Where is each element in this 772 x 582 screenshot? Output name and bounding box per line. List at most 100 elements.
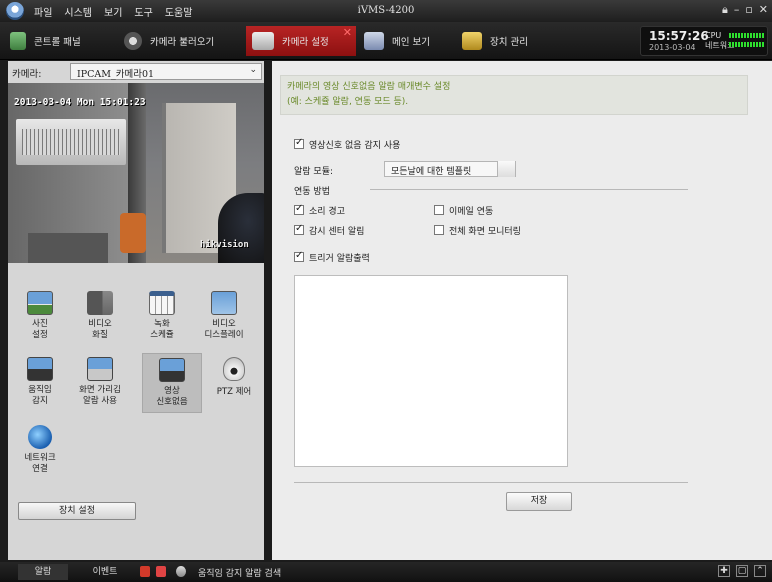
status-message: 움직임 감지 알람 검색 [198, 569, 282, 579]
clock-time: 15:57:26 [649, 29, 709, 43]
tab-camera-settings[interactable]: 카메라 설정 ✕ [246, 26, 356, 56]
clock-panel: 15:57:26 2013-03-04 CPU 네트워크 [640, 26, 768, 56]
camera-dropdown[interactable]: IPCAM_카메라01 ⌄ [70, 63, 262, 80]
main-toolbar: 콘트롤 패널 카메라 불러오기 카메라 설정 ✕ 메인 보기 장치 관리 15:… [0, 22, 772, 60]
motion-detection-button[interactable]: 움직임 감지 [10, 353, 70, 413]
status-bar: 알람 이벤트 움직임 감지 알람 검색 ✚ ▢ ⌃ [0, 562, 772, 582]
checkbox-unchecked-icon[interactable] [434, 225, 444, 235]
minimize-icon[interactable]: – [734, 3, 740, 17]
tab-label: 카메라 설정 [282, 37, 329, 48]
close-icon[interactable]: ✕ [759, 3, 768, 17]
expand-icon[interactable]: ⌃ [754, 565, 766, 577]
camera-dropdown-value: IPCAM_카메라01 [77, 69, 155, 80]
alarm-output-list[interactable] [294, 275, 568, 467]
camera-icon [124, 32, 142, 50]
audible-warning-checkbox[interactable]: 소리 경고 [294, 203, 345, 217]
tab-label: 카메라 불러오기 [150, 37, 215, 48]
close-tab-icon[interactable]: ✕ [343, 26, 352, 39]
checkbox-checked-icon[interactable] [294, 137, 304, 149]
device-settings-button[interactable]: 장치 설정 [18, 502, 136, 520]
function-label: 비디오 디스플레이 [204, 319, 244, 340]
alarm-icon[interactable] [140, 566, 150, 577]
tab-alarm[interactable]: 알람 [18, 564, 68, 580]
main-view-icon [364, 32, 384, 50]
video-scene-air-conditioner [16, 119, 126, 165]
usage-meters [729, 33, 765, 51]
checkbox-checked-icon[interactable] [294, 223, 304, 235]
alarm-template-value: 모든날에 대한 템플릿 [391, 167, 472, 177]
clock-date: 2013-03-04 [649, 43, 696, 52]
function-label: 움직임 감지 [28, 385, 52, 406]
info-notice: 카메라의 영상 신호없음 알람 매개변수 설정 (예: 스케쥴 알람, 연동 모… [280, 75, 748, 115]
camera-alarm-icon[interactable] [176, 566, 186, 577]
live-video-preview: 2013-03-04 Mon 15:01:23 hikvision [8, 83, 264, 263]
tab-event[interactable]: 이벤트 [78, 564, 132, 580]
trigger-alarm-output-checkbox[interactable]: 트리거 알람출력 [294, 250, 370, 264]
record-schedule-button[interactable]: 녹화 스케쥴 [132, 287, 192, 347]
video-loss-icon [159, 358, 185, 382]
pin-icon[interactable]: ✚ [718, 565, 730, 577]
title-bar: 파일 시스템 보기 도구 도움말 iVMS-4200 🔒︎ – ▫ ✕ [0, 0, 772, 22]
cpu-meter [729, 33, 765, 38]
tab-main-view[interactable]: 메인 보기 [358, 26, 458, 56]
option-label: 감시 센터 알림 [309, 227, 365, 237]
left-panel: 카메라: IPCAM_카메라01 ⌄ 2013-03-04 Mon 15:01:… [8, 61, 264, 560]
app-title: iVMS-4200 [357, 5, 415, 16]
video-quality-icon [87, 291, 113, 315]
lock-icon[interactable]: 🔒︎ [722, 3, 728, 17]
status-bar-controls: ✚ ▢ ⌃ [718, 565, 766, 577]
function-label: 화면 가리김 알람 사용 [79, 385, 121, 406]
calendar-icon [149, 291, 175, 315]
cpu-label: CPU [705, 31, 722, 40]
divider [294, 482, 688, 483]
ptz-control-button[interactable]: PTZ 제어 [204, 353, 264, 413]
option-label: 소리 경고 [309, 207, 345, 217]
restore-icon[interactable]: ▫ [745, 3, 752, 17]
enable-video-loss-checkbox[interactable]: 영상신호 없음 감지 사용 [294, 137, 401, 151]
checkbox-unchecked-icon[interactable] [434, 205, 444, 215]
right-panel: 카메라의 영상 신호없음 알람 매개변수 설정 (예: 스케쥴 알람, 연동 모… [272, 61, 772, 560]
function-label: PTZ 제어 [216, 387, 252, 397]
enable-label: 영상신호 없음 감지 사용 [309, 141, 401, 151]
video-quality-button[interactable]: 비디오 화질 [70, 287, 130, 347]
camera-selector-row: 카메라: IPCAM_카메라01 ⌄ [8, 61, 264, 83]
trigger-label: 트리거 알람출력 [309, 254, 370, 264]
email-linkage-checkbox[interactable]: 이메일 연동 [434, 204, 493, 217]
linkage-heading: 연동 방법 [294, 187, 330, 197]
dropdown-button-icon[interactable] [497, 161, 515, 177]
image-settings-button[interactable]: 사진 설정 [10, 287, 70, 347]
video-loss-button[interactable]: 영상 신호없음 [142, 353, 202, 413]
function-label: 사진 설정 [32, 319, 48, 340]
option-label: 이메일 연동 [449, 207, 494, 217]
alarm-template-dropdown[interactable]: 모든날에 대한 템플릿 [384, 161, 516, 177]
notify-center-checkbox[interactable]: 감시 센터 알림 [294, 223, 365, 237]
video-display-button[interactable]: 비디오 디스플레이 [194, 287, 254, 347]
network-connection-button[interactable]: 네트워크 연결 [10, 421, 70, 481]
image-settings-icon [27, 291, 53, 315]
checkbox-checked-icon[interactable] [294, 250, 304, 262]
option-label: 전체 화면 모니터링 [449, 227, 521, 237]
tamper-alarm-button[interactable]: 화면 가리김 알람 사용 [70, 353, 130, 413]
camera-settings-icon [252, 32, 274, 50]
fullscreen-monitoring-checkbox[interactable]: 전체 화면 모니터링 [434, 224, 521, 237]
notice-line: 카메라의 영상 신호없음 알람 매개변수 설정 [287, 82, 451, 92]
window-controls: 🔒︎ – ▫ ✕ [722, 3, 768, 17]
alarm-sound-icon[interactable] [156, 566, 166, 577]
tab-label: 메인 보기 [392, 37, 430, 48]
camera-label: 카메라: [12, 69, 42, 80]
video-timestamp-osd: 2013-03-04 Mon 15:01:23 [14, 97, 146, 108]
tab-camera-import[interactable]: 카메라 불러오기 [118, 26, 240, 56]
tab-label: 장치 관리 [490, 37, 528, 48]
function-label: 녹화 스케쥴 [150, 319, 174, 340]
video-display-icon [211, 291, 237, 315]
tab-control-panel[interactable]: 콘트롤 패널 [4, 26, 114, 56]
restore-panel-icon[interactable]: ▢ [736, 565, 748, 577]
save-button[interactable]: 저장 [506, 492, 572, 511]
video-scene-object [28, 233, 108, 263]
device-management-icon [462, 32, 482, 50]
checkbox-checked-icon[interactable] [294, 203, 304, 215]
tab-device-management[interactable]: 장치 관리 [456, 26, 566, 56]
ptz-camera-icon [223, 357, 245, 381]
video-scene-object [120, 213, 146, 253]
divider [370, 189, 688, 190]
